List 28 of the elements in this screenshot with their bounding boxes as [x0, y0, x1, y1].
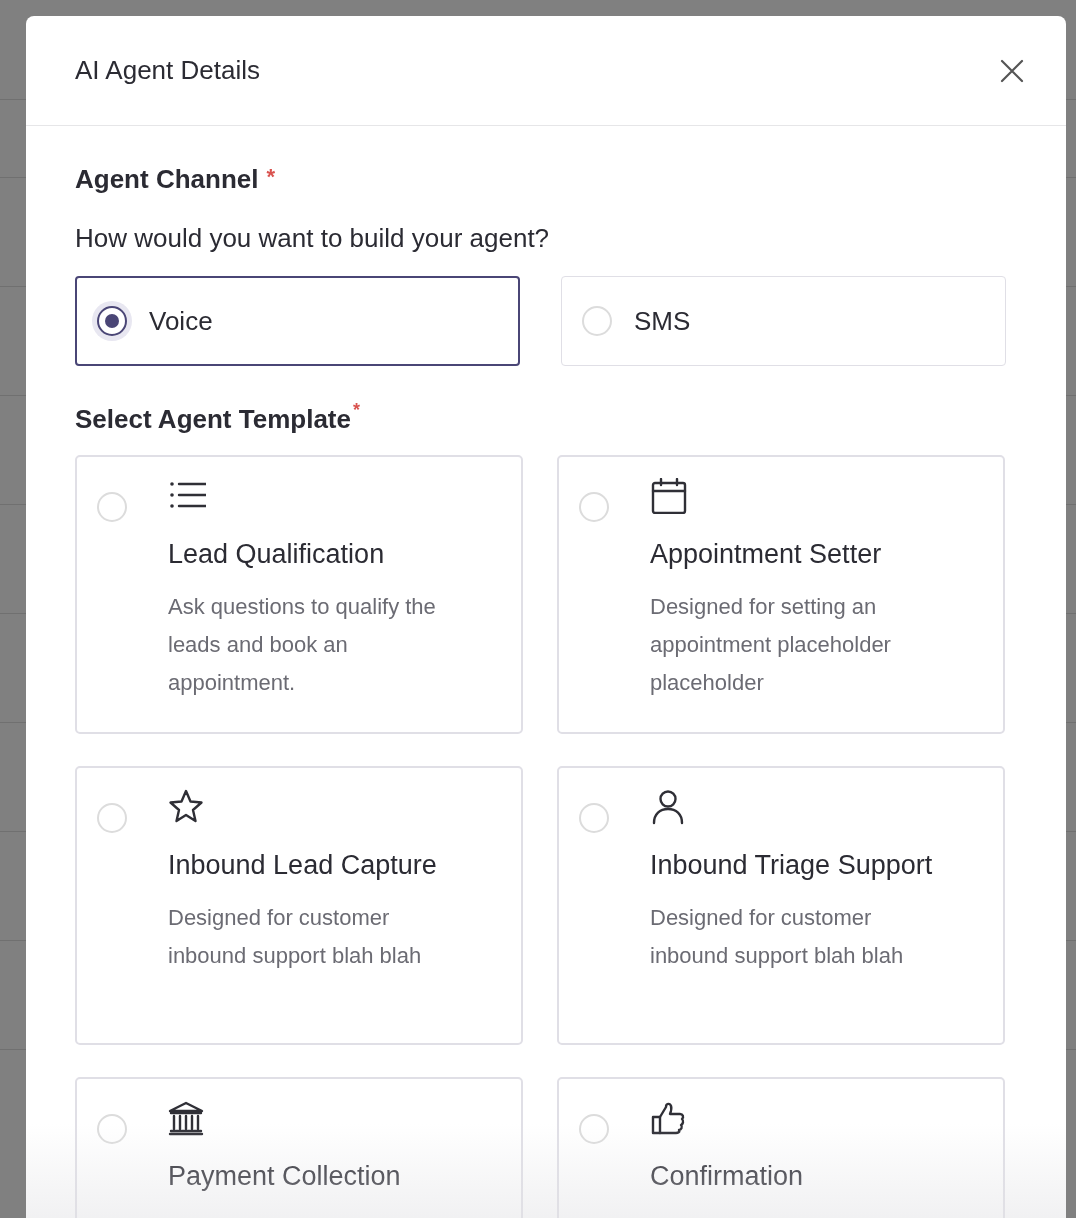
template-title: Payment Collection: [168, 1161, 401, 1192]
section-label: Select Agent Template: [75, 404, 351, 435]
dialog-title: AI Agent Details: [75, 55, 260, 86]
required-mark: *: [266, 164, 275, 190]
template-card[interactable]: Confirmation: [557, 1077, 1005, 1218]
template-description: Designed for customer inbound support blah blah: [650, 904, 905, 970]
template-description: Ask questions to qualify the leads and book an appointment.: [168, 593, 437, 697]
close-button[interactable]: [999, 57, 1025, 84]
template-title: Appointment Setter: [650, 539, 883, 570]
template-title: Inbound Lead Capture: [168, 850, 438, 881]
template-title: Confirmation: [650, 1161, 804, 1192]
template-card[interactable]: Inbound Lead Capture Designed for customer inbound support blah blah: [75, 766, 523, 1045]
template-card[interactable]: Payment Collection: [75, 1077, 523, 1218]
channel-option[interactable]: SMS: [561, 276, 1006, 366]
template-card[interactable]: Appointment Setter Designed for setting an appointment placeholder placeholder: [557, 455, 1005, 734]
calendar-icon: [650, 478, 688, 514]
template-card[interactable]: Lead Qualification Ask questions to qualify the leads and book an appointment.: [75, 455, 523, 734]
star-icon: [168, 789, 206, 825]
template-description: Designed for setting an appointment placeholder placeholder: [650, 593, 892, 697]
template-card[interactable]: Inbound Triage Support Designed for customer inbound support blah blah: [557, 766, 1005, 1045]
question-text: How would you want to build your agent?: [75, 223, 551, 254]
template-title: Inbound Triage Support: [650, 850, 934, 881]
bank-icon: [168, 1100, 206, 1136]
required-mark: *: [352, 400, 360, 421]
channel-option[interactable]: Voice: [75, 276, 520, 366]
section-label: Agent Channel: [75, 164, 259, 195]
template-description: Designed for customer inbound support blah blah: [168, 904, 423, 970]
template-title: Lead Qualification: [168, 539, 386, 570]
